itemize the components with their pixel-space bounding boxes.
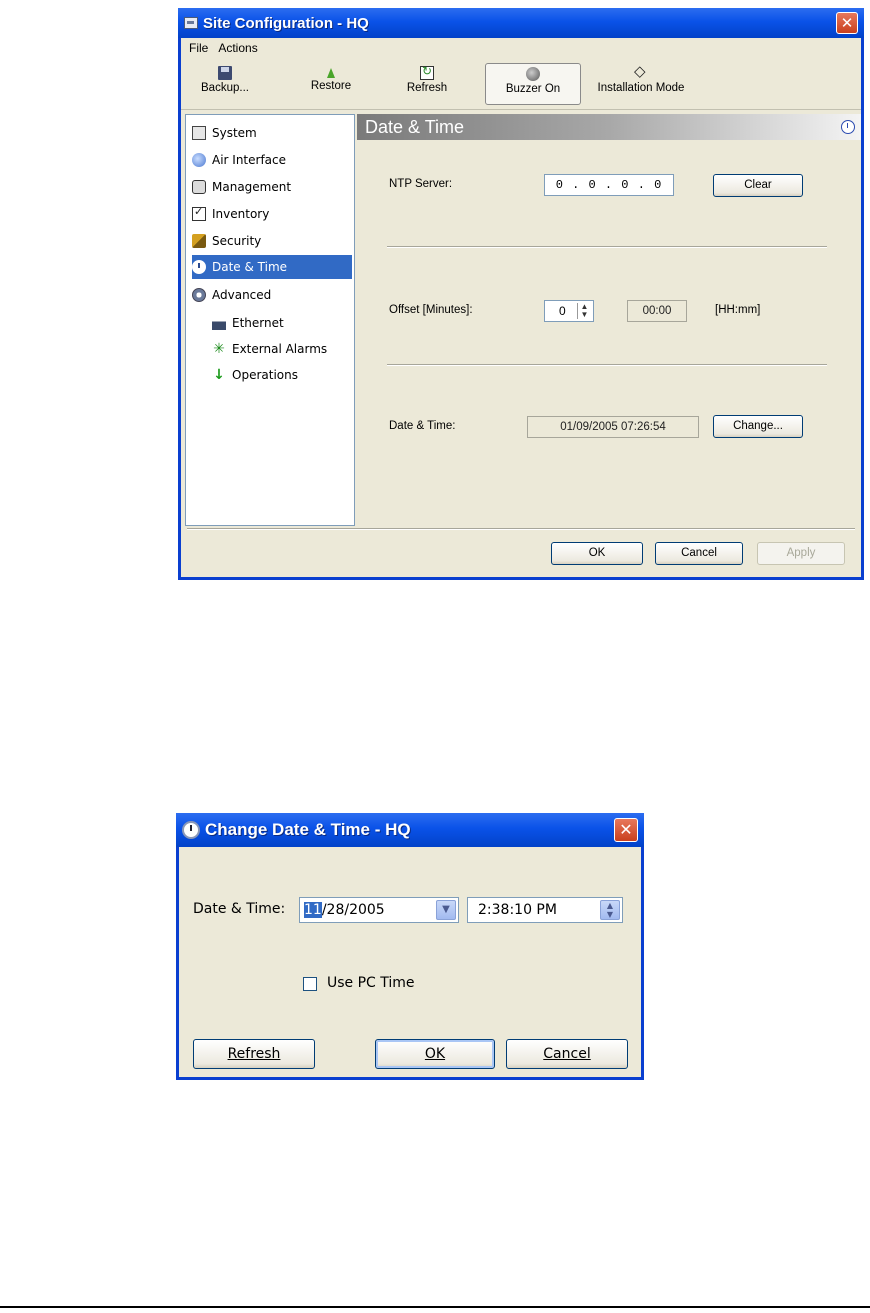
- alarm-icon: ✳: [213, 341, 225, 357]
- toolbar: Backup... Restore Refresh Buzzer On Inst…: [181, 60, 861, 110]
- dialog-date-time-label: Date & Time:: [193, 901, 286, 917]
- security-icon: [192, 234, 206, 248]
- spinner-arrows-icon[interactable]: ▲ ▼: [577, 303, 591, 319]
- ethernet-icon: [212, 316, 226, 330]
- nav-ethernet[interactable]: Ethernet: [212, 311, 352, 335]
- ntp-server-input[interactable]: 0 . 0 . 0 . 0: [544, 174, 674, 196]
- down-arrow-icon: ↓: [213, 367, 225, 383]
- menu-file[interactable]: File: [184, 41, 213, 55]
- close-icon: ✕: [619, 820, 633, 839]
- site-configuration-window: Site Configuration - HQ ✕ File Actions B…: [178, 8, 864, 580]
- nav-date-time[interactable]: Date & Time: [192, 255, 352, 279]
- nav-external-alarms[interactable]: ✳ External Alarms: [212, 337, 352, 361]
- gear-icon: [192, 288, 206, 302]
- date-month-segment[interactable]: 11: [304, 902, 322, 918]
- menu-actions[interactable]: Actions: [213, 41, 262, 55]
- date-picker[interactable]: 11/28/2005 ▼: [299, 897, 459, 923]
- up-arrow-icon: [327, 68, 335, 78]
- backup-button[interactable]: Backup...: [195, 63, 255, 105]
- apply-button: Apply: [757, 542, 845, 565]
- close-button[interactable]: ✕: [836, 12, 858, 34]
- nav-management[interactable]: Management: [192, 175, 352, 199]
- change-button[interactable]: Change...: [713, 415, 803, 438]
- refresh-button[interactable]: Refresh: [399, 63, 455, 105]
- dialog-cancel-button[interactable]: Cancel: [506, 1039, 628, 1069]
- separator: [387, 246, 827, 248]
- date-time-panel: Date & Time NTP Server: 0 . 0 . 0 . 0 Cl…: [357, 114, 861, 526]
- clock-icon: [182, 821, 200, 839]
- date-time-display: 01/09/2005 07:26:54: [527, 416, 699, 438]
- clock-icon: [192, 260, 206, 274]
- separator: [387, 364, 827, 366]
- floppy-disk-icon: [218, 66, 232, 80]
- section-header: Date & Time: [357, 114, 861, 140]
- ok-button[interactable]: OK: [551, 542, 643, 565]
- dialog-close-button[interactable]: ✕: [614, 818, 638, 842]
- app-icon: [184, 17, 198, 29]
- bottom-separator: [187, 528, 855, 530]
- menu-bar: File Actions: [181, 38, 861, 58]
- date-rest-segment[interactable]: /28/2005: [322, 902, 385, 918]
- use-pc-time-checkbox[interactable]: [303, 977, 317, 991]
- management-icon: [192, 180, 206, 194]
- offset-time-display: 00:00: [627, 300, 687, 322]
- close-icon: ✕: [840, 14, 854, 32]
- dialog-title: Change Date & Time - HQ: [205, 820, 411, 839]
- installation-mode-button[interactable]: Installation Mode: [591, 62, 691, 105]
- ntp-server-label: NTP Server:: [389, 178, 453, 190]
- system-icon: [192, 126, 206, 140]
- air-interface-icon: [192, 153, 206, 167]
- nav-air-interface[interactable]: Air Interface: [192, 148, 352, 172]
- buzzer-icon: [526, 67, 540, 81]
- nav-system[interactable]: System: [192, 121, 352, 145]
- nav-inventory[interactable]: Inventory: [192, 202, 352, 226]
- clear-button[interactable]: Clear: [713, 174, 803, 197]
- page-footer-rule: [0, 1306, 870, 1308]
- buzzer-on-button[interactable]: Buzzer On: [485, 63, 581, 105]
- change-date-time-dialog: Change Date & Time - HQ ✕ Date & Time: 1…: [176, 813, 644, 1080]
- navigation-tree: System Air Interface Management Inventor…: [185, 114, 355, 526]
- refresh-button[interactable]: Refresh: [193, 1039, 315, 1069]
- offset-unit-label: [HH:mm]: [715, 304, 761, 316]
- window-title: Site Configuration - HQ: [203, 14, 369, 32]
- nav-operations[interactable]: ↓ Operations: [212, 363, 352, 387]
- dialog-title-bar[interactable]: Change Date & Time - HQ ✕: [176, 813, 644, 847]
- clock-icon: [841, 120, 855, 134]
- refresh-icon: [420, 64, 434, 80]
- title-bar[interactable]: Site Configuration - HQ ✕: [178, 8, 864, 38]
- use-pc-time-label[interactable]: Use PC Time: [327, 975, 415, 991]
- chevron-down-icon[interactable]: ▼: [436, 900, 456, 920]
- dialog-ok-button[interactable]: OK: [375, 1039, 495, 1069]
- time-picker[interactable]: 2:38:10 PM ▲ ▼: [467, 897, 623, 923]
- date-time-label: Date & Time:: [389, 420, 456, 432]
- section-title: Date & Time: [365, 117, 465, 137]
- restore-button[interactable]: Restore: [303, 63, 359, 105]
- offset-label: Offset [Minutes]:: [389, 304, 473, 316]
- cancel-button[interactable]: Cancel: [655, 542, 743, 565]
- offset-spinner[interactable]: 0 ▲ ▼: [544, 300, 594, 322]
- nav-security[interactable]: Security: [192, 229, 352, 253]
- nav-advanced[interactable]: Advanced: [192, 283, 352, 307]
- time-spinner-icon[interactable]: ▲ ▼: [600, 900, 620, 920]
- time-value[interactable]: 2:38:10 PM: [478, 902, 557, 918]
- inventory-icon: [192, 205, 206, 221]
- install-icon: [634, 62, 648, 80]
